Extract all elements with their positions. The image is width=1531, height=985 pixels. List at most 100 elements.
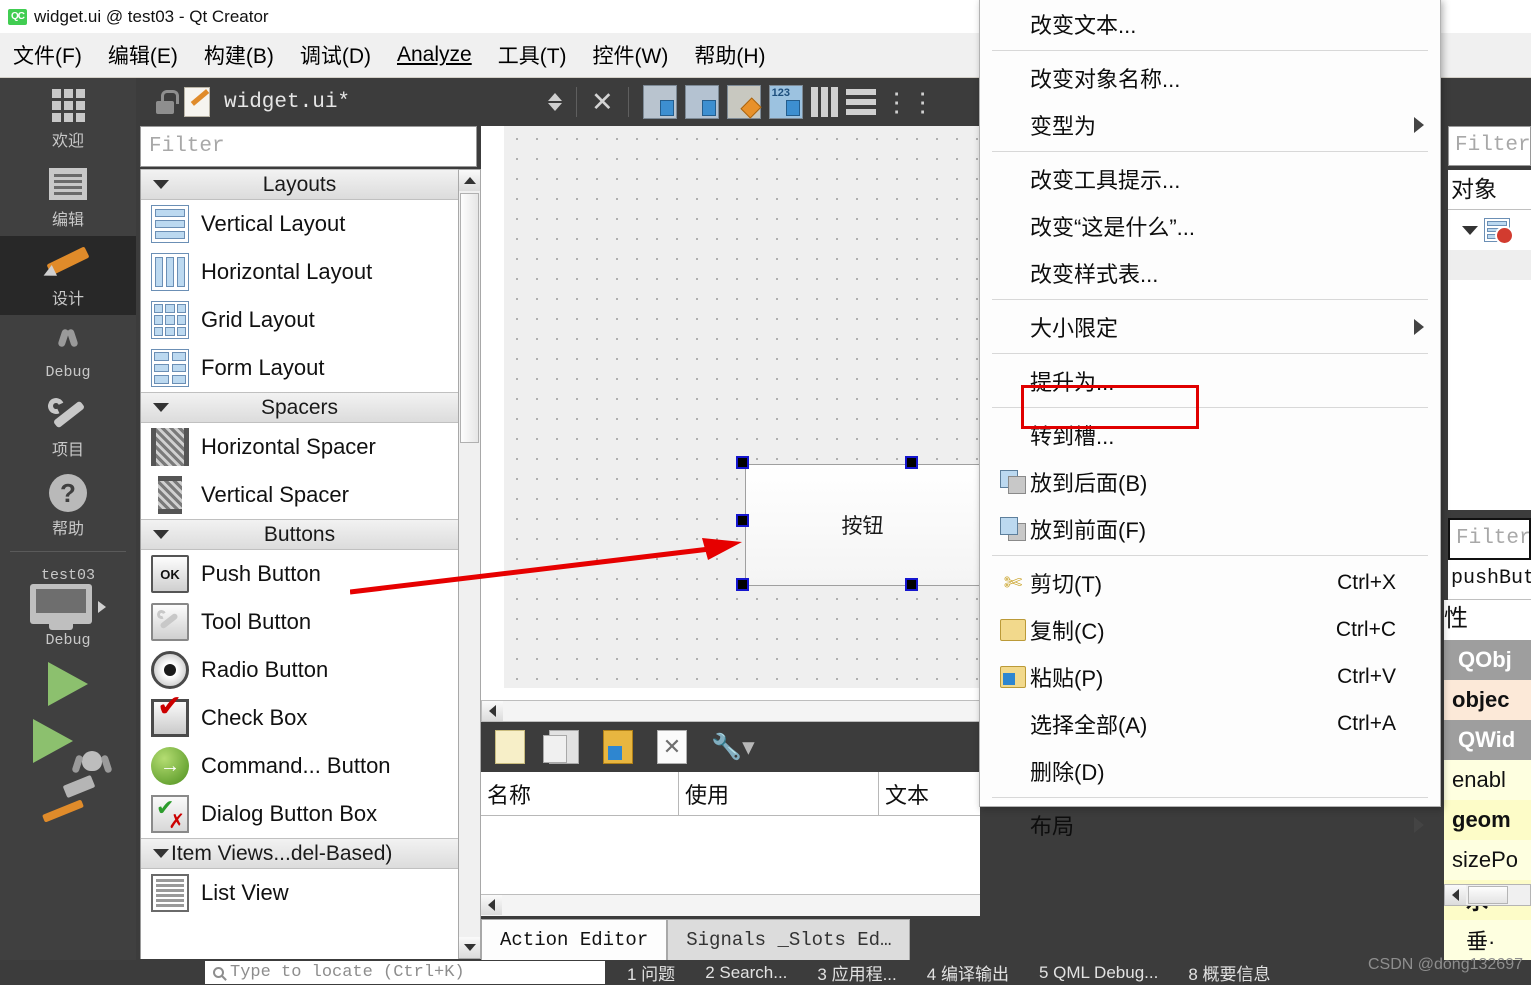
object-inspector-tree[interactable] (1448, 210, 1531, 510)
menu-item-select-all[interactable]: 选择全部(A) Ctrl+A (980, 700, 1440, 747)
menu-item-change-text[interactable]: 改变文本... (980, 0, 1440, 47)
copy-icon[interactable] (543, 730, 579, 764)
widget-item-check-box[interactable]: ✔ Check Box (141, 692, 458, 742)
design-canvas[interactable] (481, 126, 980, 700)
menu-item-layout[interactable]: 布局 (980, 801, 1440, 848)
widget-item-radio-button[interactable]: Radio Button (141, 646, 458, 694)
action-editor-horizontal-scrollbar[interactable] (481, 894, 980, 916)
menu-item-cut[interactable]: ✄ 剪切(T) Ctrl+X (980, 559, 1440, 606)
menu-tools[interactable]: 工具(T) (485, 38, 580, 72)
menu-item-paste[interactable]: 粘贴(P) Ctrl+V (980, 653, 1440, 700)
scroll-left-button[interactable] (481, 895, 502, 915)
column-header-used[interactable]: 使用 (679, 772, 879, 815)
sidebar-item-design[interactable]: 设计 (0, 236, 136, 315)
kit-selector[interactable]: test03 Debug (0, 558, 136, 655)
object-tree-row[interactable] (1448, 210, 1531, 250)
property-editor-table[interactable]: QObj objec QWid enabl geom sizePo 水· 垂· (1444, 640, 1531, 960)
scroll-down-button[interactable] (459, 937, 480, 958)
menu-item-change-stylesheet[interactable]: 改变样式表... (980, 249, 1440, 296)
menu-item-copy[interactable]: 复制(C) Ctrl+C (980, 606, 1440, 653)
signals-slots-icon[interactable] (684, 85, 719, 119)
sidebar-item-welcome[interactable]: 欢迎 (0, 78, 136, 157)
menu-build[interactable]: 构建(B) (191, 38, 287, 72)
scroll-up-button[interactable] (459, 170, 480, 191)
wrench-dropdown-icon[interactable]: 🔧▾ (711, 732, 755, 762)
menu-item-size-constraints[interactable]: 大小限定 (980, 303, 1440, 350)
widget-item-list-view[interactable]: List View (141, 869, 458, 917)
resize-handle-bottom-left[interactable] (736, 578, 749, 591)
widget-item-form-layout[interactable]: Form Layout (141, 344, 458, 392)
property-row-geometry[interactable]: geom (1444, 800, 1531, 840)
menu-item-go-to-slot[interactable]: 转到槽... (980, 411, 1440, 458)
action-editor-rows[interactable] (481, 816, 980, 894)
layout-vertical-icon[interactable] (845, 89, 876, 115)
menu-analyze[interactable]: Analyze (384, 41, 485, 69)
tab-order-icon[interactable] (768, 85, 803, 119)
output-button-summary[interactable]: 8 概要信息 (1188, 960, 1270, 985)
widget-item-vertical-spacer[interactable]: Vertical Spacer (141, 471, 458, 519)
sidebar-item-edit[interactable]: 编辑 (0, 157, 136, 236)
locator-search-input[interactable]: Type to locate (Ctrl+K) (205, 961, 605, 984)
menu-item-send-to-back[interactable]: 放到后面(B) (980, 458, 1440, 505)
menu-item-change-tooltip[interactable]: 改变工具提示... (980, 155, 1440, 202)
form-surface[interactable] (504, 126, 980, 688)
close-x-icon[interactable]: ✕ (591, 87, 614, 118)
debug-button[interactable] (0, 712, 136, 771)
output-button-qml-debug[interactable]: 5 QML Debug... (1039, 963, 1158, 983)
scrollbar-thumb[interactable] (460, 193, 479, 443)
tab-action-editor[interactable]: Action Editor (481, 919, 668, 960)
selected-push-button[interactable]: 按钮 (745, 464, 980, 586)
menu-item-promote-to[interactable]: 提升为... (980, 357, 1440, 404)
menu-debug[interactable]: 调试(D) (287, 38, 384, 72)
widget-item-grid-layout[interactable]: Grid Layout (141, 296, 458, 344)
buddies-icon[interactable] (726, 85, 762, 119)
edit-widgets-icon[interactable] (642, 85, 677, 119)
output-button-issues[interactable]: 1 问题 (627, 960, 675, 985)
paste-icon[interactable] (603, 730, 633, 764)
sidebar-item-projects[interactable]: 项目 (0, 387, 136, 466)
menu-file[interactable]: 文件(F) (0, 38, 95, 72)
widget-item-vertical-layout[interactable]: Vertical Layout (141, 200, 458, 248)
layout-splitter-icon[interactable]: ⋮⋮ (884, 87, 936, 118)
resize-handle-bottom-right[interactable] (905, 578, 918, 591)
open-document-name[interactable]: widget.ui* (224, 91, 350, 114)
chevron-down-icon[interactable] (1462, 225, 1478, 235)
menu-item-change-object-name[interactable]: 改变对象名称... (980, 54, 1440, 101)
widget-group-spacers[interactable]: Spacers (141, 392, 458, 423)
column-header-name[interactable]: 名称 (481, 772, 679, 815)
build-button[interactable] (0, 769, 136, 824)
layout-horizontal-icon[interactable] (810, 87, 838, 117)
scroll-left-button[interactable] (482, 701, 503, 721)
widget-item-dialog-button-box[interactable]: ✔ ✗ Dialog Button Box (141, 790, 458, 838)
sidebar-item-help[interactable]: ? 帮助 (0, 466, 136, 545)
menu-help[interactable]: 帮助(H) (681, 38, 778, 72)
widget-item-horizontal-layout[interactable]: Horizontal Layout (141, 248, 458, 296)
menu-item-delete[interactable]: 删除(D) (980, 747, 1440, 794)
new-file-icon[interactable] (495, 730, 525, 764)
widget-item-horizontal-spacer[interactable]: Horizontal Spacer (141, 423, 458, 471)
property-row-sizepolicy[interactable]: sizePo (1444, 840, 1531, 880)
unlocked-icon[interactable] (154, 90, 179, 114)
property-row-vertical-policy[interactable]: 垂· (1444, 920, 1531, 960)
object-inspector-column-header[interactable]: 对象 (1448, 170, 1531, 210)
widget-box-scrollbar[interactable] (458, 169, 481, 959)
widget-group-item-views[interactable]: Item Views...del-Based) (141, 838, 458, 869)
menu-item-morph-into[interactable]: 变型为 (980, 101, 1440, 148)
menu-edit[interactable]: 编辑(E) (95, 38, 191, 72)
widget-item-command-link-button[interactable]: → Command... Button (141, 742, 458, 790)
property-editor-horizontal-scrollbar[interactable] (1444, 884, 1531, 906)
output-button-app-output[interactable]: 3 应用程... (817, 960, 896, 985)
menu-item-bring-to-front[interactable]: 放到前面(F) (980, 505, 1440, 552)
widget-group-buttons[interactable]: Buttons (141, 519, 458, 550)
column-header-text[interactable]: 文本 (879, 772, 980, 815)
property-row-enabled[interactable]: enabl (1444, 760, 1531, 800)
delete-file-icon[interactable]: ✕ (657, 730, 687, 764)
tab-signals-slots-editor[interactable]: Signals _Slots Ed… (667, 919, 911, 960)
scroll-left-button[interactable] (1445, 885, 1466, 905)
widget-group-layouts[interactable]: Layouts (141, 169, 458, 200)
widget-item-push-button[interactable]: OK Push Button (141, 550, 458, 598)
menu-item-change-whats-this[interactable]: 改变“这是什么”... (980, 202, 1440, 249)
resize-handle-left[interactable] (736, 514, 749, 527)
object-inspector-filter-input[interactable]: Filter (1448, 126, 1531, 166)
canvas-horizontal-scrollbar[interactable] (481, 700, 980, 722)
